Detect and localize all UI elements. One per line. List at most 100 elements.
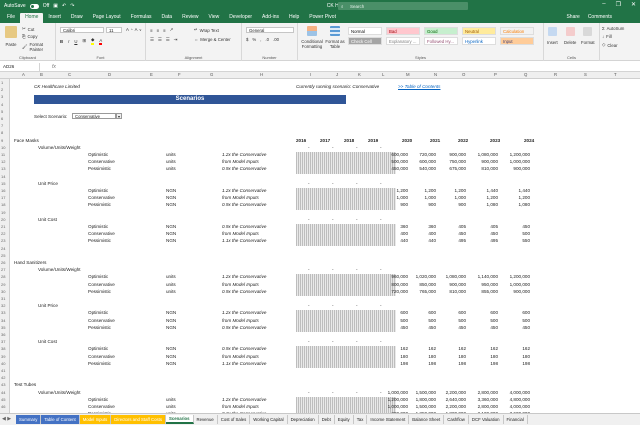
sheet-tab[interactable]: Cashflow [444,415,469,424]
tab-data[interactable]: Data [157,13,178,23]
value-cell[interactable]: 1,200 [504,195,531,200]
row-header[interactable]: 46 [1,404,5,409]
cell-style-3[interactable]: Good [424,27,458,35]
value-cell[interactable]: 500 [504,318,530,323]
value-cell[interactable]: 180 [440,354,466,359]
column-header[interactable]: A [22,72,25,77]
value-cell[interactable]: 550 [504,238,530,243]
percent-icon[interactable]: % [252,37,256,42]
value-cell[interactable]: 600 [472,310,498,315]
value-cell[interactable]: 360 [410,224,436,229]
share-button[interactable]: Share [566,14,579,20]
value-cell[interactable]: 450 [382,325,408,330]
value-cell[interactable]: 495 [472,238,498,243]
row-header[interactable]: 16 [1,188,5,193]
row-header[interactable]: 8 [1,130,3,135]
indent-icon[interactable]: ⇥ [174,37,178,43]
row-header[interactable]: 44 [1,390,5,395]
name-box[interactable]: AD26 [0,62,40,71]
row-header[interactable]: 42 [1,375,5,380]
insert-cells-button[interactable]: Insert [547,27,558,45]
cut-button[interactable]: ✂ Cut [22,26,34,32]
row-header[interactable]: 12 [1,159,5,164]
column-header[interactable]: J [336,72,338,77]
align-top-icon[interactable]: ≡ [150,28,153,33]
tab-help[interactable]: Help [284,13,304,23]
sheet-tab[interactable]: Scenarios [165,415,194,424]
row-header[interactable]: 1 [1,80,3,85]
sheet-tab[interactable]: Income Statement [367,415,410,424]
horizontal-align-buttons[interactable]: ☰ ☰ ☰ ⇥ [150,37,177,43]
scenario-dropdown[interactable]: Conservative [72,113,116,119]
column-header[interactable]: N [434,72,437,77]
tab-add-ins[interactable]: Add-ins [257,13,284,23]
value-cell[interactable]: 500,000 [382,159,408,164]
column-header[interactable]: B [40,72,43,77]
value-cell[interactable]: 180 [504,354,530,359]
column-header[interactable]: C [68,72,71,77]
value-cell[interactable]: 600 [410,310,436,315]
value-cell[interactable]: 900,000 [440,152,466,157]
tab-power-pivot[interactable]: Power Pivot [304,13,341,23]
currency-icon[interactable]: $ [246,37,248,42]
value-cell[interactable]: 1,200 [440,188,467,193]
align-bottom-icon[interactable]: ≡ [163,28,166,33]
value-cell[interactable]: 400 [410,231,436,236]
autosave-toggle[interactable] [29,3,39,9]
comma-icon[interactable]: , [260,37,261,42]
value-cell[interactable]: 2,200,000 [440,404,466,409]
paste-button[interactable]: Paste [3,26,19,47]
value-cell[interactable]: 600,000 [410,159,436,164]
value-cell[interactable]: 900,000 [504,289,530,294]
row-header[interactable]: 2 [1,87,3,92]
row-header[interactable]: 30 [1,289,5,294]
align-middle-icon[interactable]: ≡ [157,28,160,33]
value-cell[interactable]: 1,000,000 [504,159,530,164]
sheet-tab[interactable]: DCF Valuation [469,415,504,424]
value-cell[interactable]: 750,000 [440,159,466,164]
value-cell[interactable]: 180 [472,354,498,359]
value-cell[interactable]: 600,000 [382,152,408,157]
value-cell[interactable]: 900,000 [440,282,466,287]
align-left-icon[interactable]: ☰ [150,37,154,43]
border-icon[interactable]: ⊞ [82,38,86,44]
value-cell[interactable]: 1,500,000 [410,404,436,409]
worksheet[interactable]: CK Healthcare Limited Currently running … [10,79,640,413]
font-name-dropdown[interactable]: Calibri [60,27,104,33]
formula-input[interactable] [68,63,640,71]
value-cell[interactable]: 162 [440,346,466,351]
value-cell[interactable]: 900 [410,202,436,207]
value-cell[interactable]: 1,200 [472,195,499,200]
column-header[interactable]: I [310,72,311,77]
value-cell[interactable]: 198 [410,361,436,366]
bold-button[interactable]: B [60,39,63,44]
value-cell[interactable]: 765,000 [410,289,436,294]
format-cells-button[interactable]: Format [581,27,595,45]
row-header[interactable]: 43 [1,382,5,387]
sheet-tab[interactable]: Balance Sheet [409,415,445,424]
row-header[interactable]: 11 [1,152,5,157]
decrease-decimal-icon[interactable]: .00 [273,37,279,42]
clear-button[interactable]: ◇ Clear [602,42,618,48]
value-cell[interactable]: 1,000,000 [382,404,408,409]
value-cell[interactable]: 4,000,000 [504,390,530,395]
value-cell[interactable]: 162 [472,346,498,351]
value-cell[interactable]: 500 [440,318,466,323]
value-cell[interactable]: 4,800,000 [504,397,530,402]
value-cell[interactable]: 440 [382,238,408,243]
redo-icon[interactable]: ↷ [70,3,74,9]
value-cell[interactable]: 720,000 [410,152,436,157]
column-header[interactable]: K [358,72,361,77]
cell-style-5[interactable]: Calculation [500,27,534,35]
value-cell[interactable]: 450 [472,325,498,330]
value-cell[interactable]: 540,000 [410,166,436,171]
orientation-icon[interactable]: ↗ [170,27,174,33]
number-format-dropdown[interactable]: General [246,27,294,33]
row-header[interactable]: 13 [1,166,5,171]
value-cell[interactable]: 162 [382,346,408,351]
value-cell[interactable]: 2,800,000 [472,390,498,395]
row-header[interactable]: 25 [1,253,5,258]
sheet-tab[interactable]: Model Inputs [79,415,112,424]
row-header[interactable]: 17 [1,195,5,200]
tab-review[interactable]: Review [177,13,203,23]
